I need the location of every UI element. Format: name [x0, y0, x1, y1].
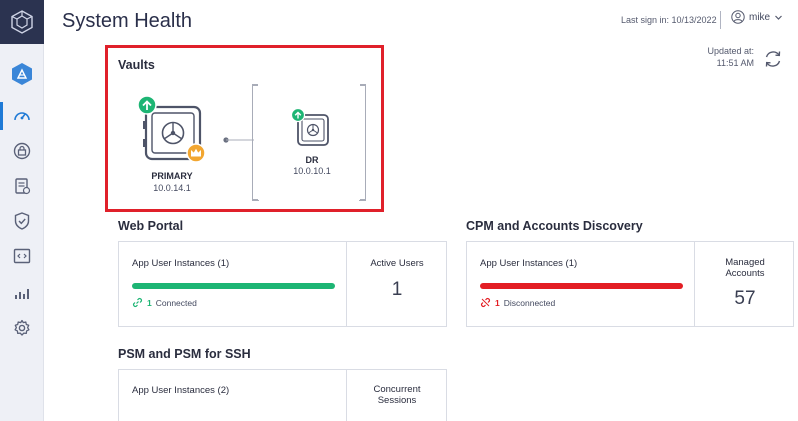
updated-at: Updated at: 11:51 AM — [696, 45, 754, 69]
primary-vault-icon[interactable] — [136, 95, 208, 167]
last-signin-text: Last sign in: 10/13/2022 — [621, 15, 717, 25]
dr-vault-icon[interactable] — [290, 107, 334, 151]
dr-vault-label: DR — [305, 155, 319, 165]
header-divider — [720, 11, 721, 29]
concurrent-sessions-label: Concurrent Sessions — [347, 384, 447, 406]
cpm-instances-label: App User Instances (1) — [480, 258, 578, 269]
primary-vault-ip: 10.0.14.1 — [153, 183, 191, 193]
managed-accounts-label-line2: Accounts — [725, 268, 765, 279]
user-icon — [731, 10, 745, 24]
cpm-status-text: Disconnected — [503, 297, 556, 308]
managed-accounts-label-line1: Managed — [725, 257, 765, 268]
applications-icon[interactable] — [0, 56, 44, 92]
dr-vault-ip: 10.0.10.1 — [293, 166, 331, 176]
policies-icon[interactable] — [0, 203, 44, 239]
updated-time: 11:51 AM — [716, 58, 754, 68]
web-portal-instances-label: App User Instances (1) — [132, 258, 230, 269]
cpm-status-bar — [480, 283, 683, 289]
broken-link-icon — [480, 297, 491, 308]
active-users-label: Active Users — [370, 258, 424, 269]
cpm-card[interactable]: App User Instances (1) 1 Disconnected Ma… — [466, 241, 794, 327]
managed-accounts-value: 57 — [734, 288, 756, 309]
web-portal-status-bar — [132, 283, 335, 289]
web-portal-card[interactable]: App User Instances (1) 1 Connected Activ… — [118, 241, 447, 327]
concurrent-sessions-label-line2: Sessions — [377, 395, 417, 406]
analytics-icon[interactable] — [0, 275, 44, 311]
updated-label: Updated at: — [707, 46, 754, 56]
sidebar — [0, 0, 44, 421]
psm-title: PSM and PSM for SSH — [118, 347, 251, 361]
primary-vault-label: PRIMARY — [151, 171, 193, 181]
psm-card[interactable]: App User Instances (2) Concurrent Sessio… — [118, 369, 447, 421]
web-portal-status-count: 1 — [147, 297, 152, 308]
vault-logo-icon[interactable] — [0, 0, 44, 44]
safes-icon[interactable] — [0, 133, 44, 169]
page-title: System Health — [62, 10, 193, 32]
active-users-value: 1 — [391, 279, 403, 300]
web-portal-status: 1 Connected — [132, 297, 197, 308]
user-menu[interactable]: mike — [731, 10, 783, 24]
concurrent-sessions-label-line1: Concurrent — [373, 384, 421, 395]
web-portal-title: Web Portal — [118, 219, 184, 233]
link-icon — [132, 297, 143, 308]
cpm-status: 1 Disconnected — [480, 297, 555, 308]
code-icon[interactable] — [0, 238, 44, 274]
reports-icon[interactable] — [0, 168, 44, 204]
web-portal-status-text: Connected — [155, 297, 197, 308]
psm-instances-label: App User Instances (2) — [132, 385, 230, 396]
refresh-icon[interactable] — [762, 48, 784, 70]
settings-icon[interactable] — [0, 310, 44, 346]
cpm-title: CPM and Accounts Discovery — [466, 219, 643, 233]
managed-accounts-label: Managed Accounts — [695, 257, 795, 279]
vaults-title: Vaults — [118, 58, 155, 72]
chevron-down-icon — [775, 15, 783, 20]
vault-connector — [212, 132, 254, 148]
system-health-icon[interactable] — [0, 98, 44, 134]
username: mike — [749, 11, 771, 23]
cpm-status-count: 1 — [495, 297, 500, 308]
card-divider — [694, 242, 695, 326]
